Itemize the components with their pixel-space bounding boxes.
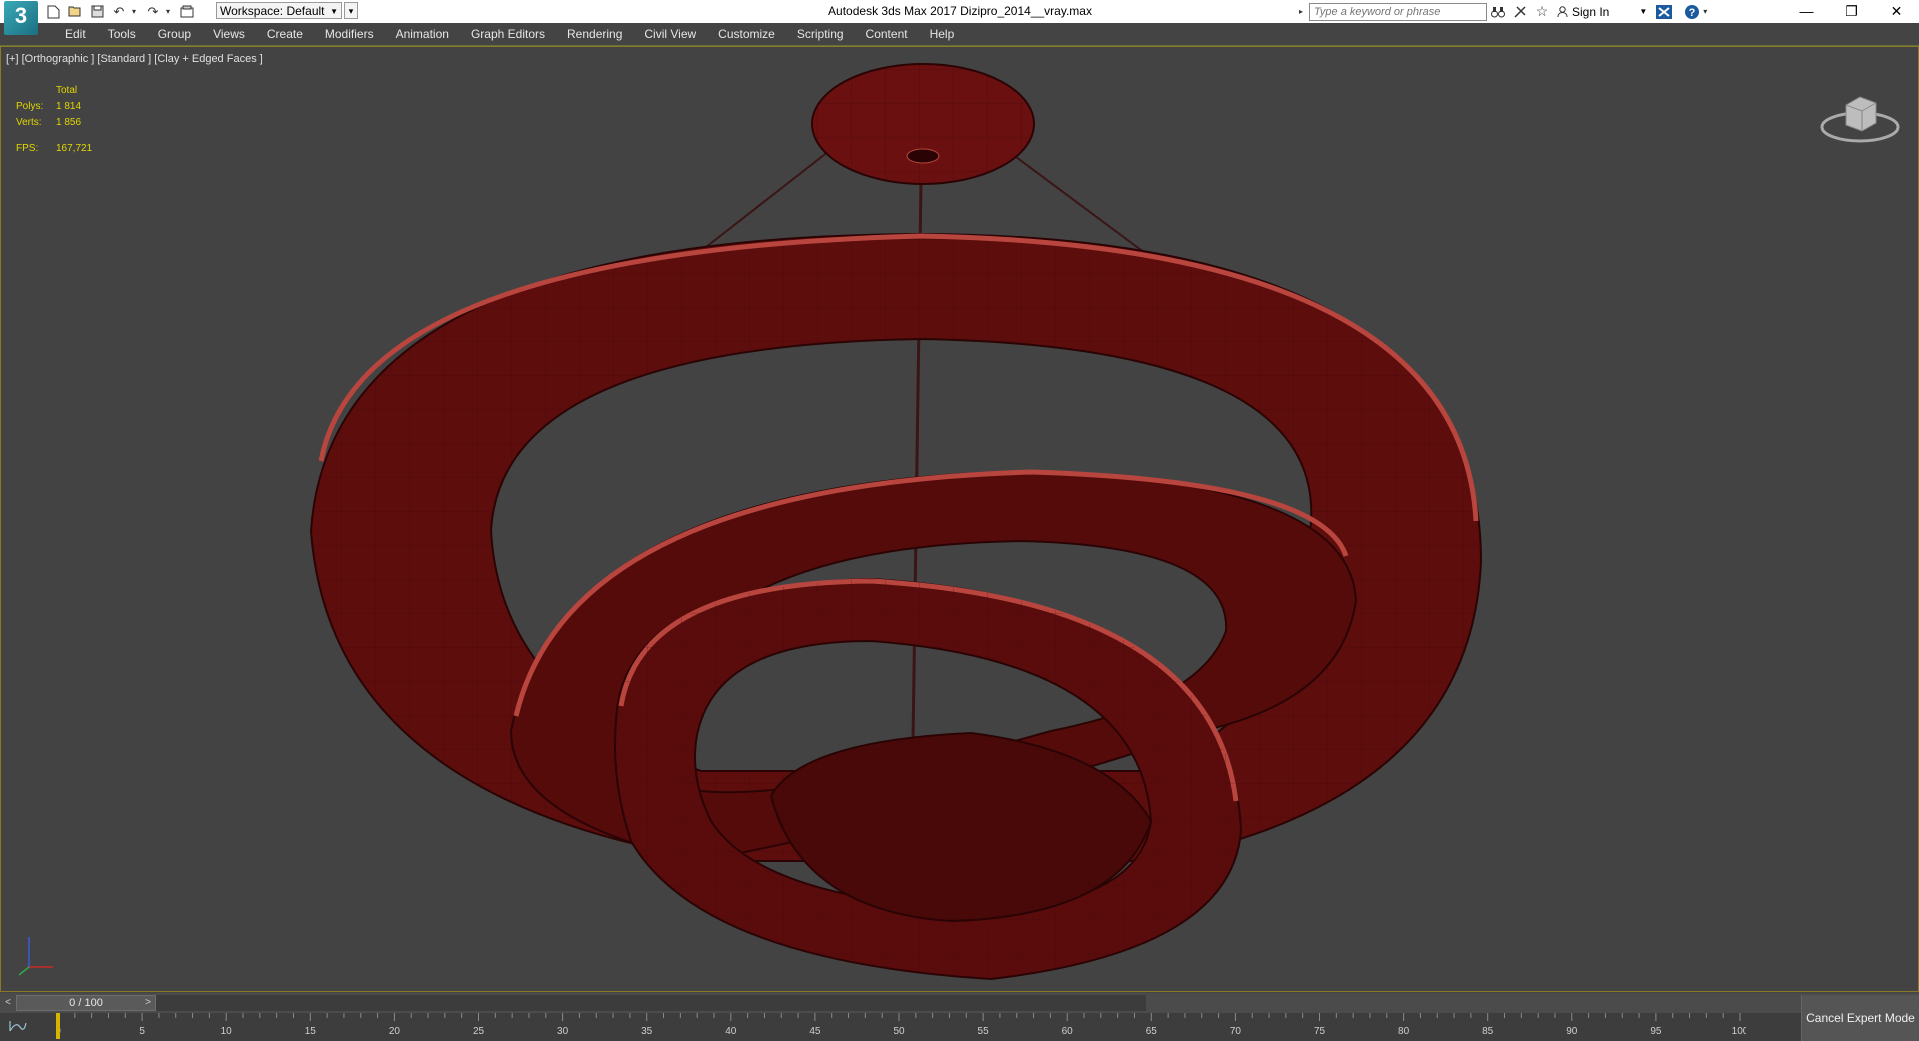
menu-modifiers[interactable]: Modifiers [314, 23, 385, 45]
frame-label: 45 [809, 1026, 821, 1037]
polys-value: 1 814 [56, 101, 82, 112]
chevron-down-icon: ▼ [1639, 7, 1648, 16]
menu-create[interactable]: Create [256, 23, 314, 45]
menu-animation[interactable]: Animation [385, 23, 460, 45]
menu-civil-view[interactable]: Civil View [633, 23, 707, 45]
viewport-orthographic[interactable]: [+] [Orthographic ] [Standard ] [Clay + … [0, 46, 1919, 992]
undo-icon[interactable]: ↶ [110, 3, 128, 21]
frame-label: 15 [305, 1026, 317, 1037]
save-file-icon[interactable] [88, 3, 106, 21]
frame-ruler[interactable]: 0510152025303540455055606570758085909510… [56, 1013, 1746, 1041]
time-slider: < 0 / 100 > [0, 993, 1919, 1013]
sign-in-label: Sign In [1572, 4, 1610, 19]
window-title: Autodesk 3ds Max 2017 Dizipro_2014__vray… [828, 4, 1092, 18]
app-logo-text: 3 [14, 3, 28, 28]
quick-access-toolbar: ↶ ▾ ↷ ▾ [44, 2, 196, 21]
project-folder-icon[interactable] [178, 3, 196, 21]
help-dropdown-icon[interactable]: ▾ [1703, 7, 1711, 16]
time-slider-thumb[interactable]: 0 / 100 [16, 995, 156, 1011]
binoculars-search-icon[interactable] [1487, 2, 1509, 22]
menu-edit[interactable]: Edit [54, 23, 97, 45]
frame-label: 40 [725, 1026, 737, 1037]
frame-label: 90 [1566, 1026, 1578, 1037]
open-file-icon[interactable] [66, 3, 84, 21]
close-icon[interactable]: ✕ [1874, 0, 1919, 23]
redo-icon[interactable]: ↷ [144, 3, 162, 21]
statistics-overlay: Total Polys: 1 814 Verts: 1 856 FPS: 167,72… [16, 83, 92, 157]
frame-label: 20 [389, 1026, 401, 1037]
frame-label: 100 [1732, 1026, 1746, 1037]
undo-dropdown-icon[interactable]: ▾ [132, 7, 140, 16]
menu-bar: Edit Tools Group Views Create Modifiers … [0, 23, 1919, 46]
verts-label: Verts: [16, 117, 42, 128]
menu-rendering[interactable]: Rendering [556, 23, 633, 45]
frame-label: 95 [1650, 1026, 1662, 1037]
customize-quick-access-button[interactable]: ▾ [344, 2, 358, 19]
fps-value: 167,721 [56, 143, 93, 154]
frame-label: 75 [1314, 1026, 1326, 1037]
sign-in-menu[interactable]: Sign In ▼ [1557, 5, 1647, 19]
favorites-star-icon[interactable]: ☆ [1531, 2, 1553, 22]
frame-label: 30 [557, 1026, 569, 1037]
new-file-icon[interactable] [44, 3, 62, 21]
menu-scripting[interactable]: Scripting [786, 23, 855, 45]
next-frame-icon[interactable]: > [142, 995, 154, 1011]
menu-group[interactable]: Group [147, 23, 202, 45]
workspace-label: Workspace: Default [220, 4, 325, 18]
viewport-label-menu[interactable]: [+] [Orthographic ] [Standard ] [Clay + … [6, 53, 263, 65]
frame-label: 55 [978, 1026, 990, 1037]
menu-content[interactable]: Content [855, 23, 919, 45]
frame-label: 25 [473, 1026, 485, 1037]
workspace-dropdown[interactable]: Workspace: Default ▼ [216, 2, 342, 19]
subscription-center-icon[interactable] [1509, 2, 1531, 22]
verts-value: 1 856 [56, 117, 82, 128]
cancel-expert-mode-button[interactable]: Cancel Expert Mode [1801, 995, 1919, 1041]
mini-curve-editor-icon[interactable] [8, 1019, 34, 1035]
svg-text:?: ? [1689, 7, 1696, 19]
current-frame-marker[interactable] [56, 1013, 60, 1039]
exchange-apps-icon[interactable] [1653, 2, 1675, 22]
track-bar: 0510152025303540455055606570758085909510… [0, 1013, 1919, 1041]
menu-help[interactable]: Help [919, 23, 966, 45]
frame-label: 35 [641, 1026, 653, 1037]
fps-label: FPS: [16, 143, 39, 154]
user-icon [1557, 5, 1568, 17]
frame-label: 65 [1146, 1026, 1158, 1037]
ceiling-canopy-mesh [811, 63, 1035, 185]
frame-label: 5 [139, 1026, 145, 1037]
restore-icon[interactable]: ❐ [1829, 0, 1874, 23]
axis-tripod-icon [18, 937, 53, 976]
scene-render[interactable] [1, 47, 1918, 991]
frame-label: 50 [893, 1026, 905, 1037]
menu-graph-editors[interactable]: Graph Editors [460, 23, 556, 45]
collapse-search-icon[interactable]: ▸ [1299, 7, 1309, 16]
frame-label: 60 [1062, 1026, 1074, 1037]
search-input[interactable] [1309, 2, 1487, 21]
menu-tools[interactable]: Tools [97, 23, 147, 45]
polys-label: Polys: [16, 101, 44, 112]
frame-label: 70 [1230, 1026, 1242, 1037]
redo-dropdown-icon[interactable]: ▾ [166, 7, 174, 16]
help-icon[interactable]: ? [1681, 2, 1703, 22]
frame-label: 85 [1482, 1026, 1494, 1037]
previous-frame-icon[interactable]: < [2, 995, 14, 1011]
chevron-down-icon: ▼ [330, 7, 338, 16]
time-slider-track[interactable]: 0 / 100 [16, 995, 1146, 1011]
frame-label: 80 [1398, 1026, 1410, 1037]
title-bar: 3 ↶ ▾ ↷ ▾ Workspace: Default ▼ ▾ Autodes… [0, 0, 1919, 35]
frame-label: 10 [221, 1026, 233, 1037]
stats-header: Total [56, 85, 78, 96]
menu-customize[interactable]: Customize [707, 23, 786, 45]
viewcube-icon[interactable] [1818, 83, 1902, 153]
app-logo-button[interactable]: 3 [4, 1, 38, 35]
infocenter: ▸ ☆ Sign In ▼ ? ▾ [1299, 0, 1711, 23]
window-controls: — ❐ ✕ [1784, 0, 1919, 23]
menu-views[interactable]: Views [202, 23, 256, 45]
minimize-icon[interactable]: — [1784, 0, 1829, 23]
